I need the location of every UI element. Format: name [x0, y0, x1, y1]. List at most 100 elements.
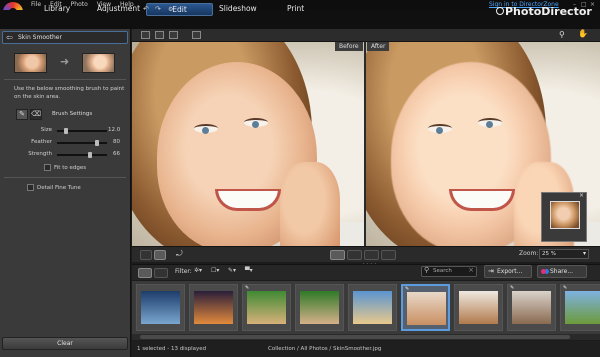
strength-label: Strength	[28, 151, 52, 157]
settings-icon[interactable]: ⚙	[168, 6, 173, 13]
clear-button[interactable]: Clear	[2, 337, 128, 350]
filmstrip: ✎ ✎ ✎ ✎	[132, 281, 600, 334]
filmstrip-thumbnail[interactable]: ✎	[401, 284, 450, 331]
flag-filter-dropdown[interactable]: ✲▾	[194, 267, 202, 274]
single-view-button[interactable]	[140, 250, 152, 260]
feather-slider[interactable]	[57, 140, 107, 146]
list-view-button[interactable]	[154, 268, 168, 278]
single-view-icon[interactable]	[155, 31, 164, 39]
photo-landscape	[565, 291, 600, 324]
filmstrip-thumbnail[interactable]	[454, 284, 503, 331]
edited-badge-icon: ✎	[563, 285, 568, 291]
type-filter-dropdown[interactable]: ▀▾	[245, 267, 253, 274]
filmstrip-thumbnail[interactable]: ✎	[242, 284, 291, 331]
tab-slideshow[interactable]: Slideshow	[219, 4, 257, 13]
zoom-tool-icon[interactable]: ⚲	[559, 30, 565, 39]
photo-smiling-woman	[407, 292, 446, 325]
selection-count: 1 selected - 13 displayed	[137, 346, 207, 352]
before-photo[interactable]	[132, 42, 364, 246]
panel-description: Use the below smoothing brush to paint o…	[14, 86, 125, 100]
filmstrip-thumbnail[interactable]	[295, 284, 344, 331]
grid-view-icon[interactable]	[169, 31, 178, 39]
brand-name: PhotoDirector	[505, 5, 592, 18]
zoom-label: Zoom:	[519, 250, 539, 257]
panel-header: ⇦ Skin Smoother	[2, 31, 128, 44]
after-label: After	[367, 42, 390, 51]
brush-settings-label: Brush Settings	[52, 111, 93, 117]
view-mode-button-3[interactable]	[364, 250, 379, 260]
share-button[interactable]: Share...	[537, 265, 587, 278]
menu-photo[interactable]: Photo	[71, 1, 88, 8]
navigator-thumbnail[interactable]	[550, 201, 580, 229]
edit-filter-dropdown[interactable]: ✎▾	[228, 267, 236, 274]
menu-file[interactable]: File	[31, 1, 41, 8]
tab-print[interactable]: Print	[287, 4, 304, 13]
redo-icon[interactable]: ↷	[155, 5, 161, 13]
fit-to-edges-checkbox[interactable]	[44, 164, 51, 171]
edited-badge-icon: ✎	[245, 285, 250, 291]
photo-sunset	[194, 291, 233, 324]
compare-view-button[interactable]	[154, 250, 166, 260]
search-input[interactable]: Search	[421, 266, 477, 277]
strength-slider[interactable]	[57, 152, 107, 158]
before-label: Before	[335, 42, 363, 51]
brush-icon[interactable]: ✎	[16, 109, 28, 120]
filmstrip-thumbnail[interactable]: ✎	[507, 284, 556, 331]
edited-badge-icon: ✎	[510, 285, 515, 291]
filmstrip-view-button[interactable]	[138, 268, 152, 278]
hand-tool-icon[interactable]: ✋	[578, 29, 588, 38]
rating-filter-dropdown[interactable]: ☐▾	[211, 267, 219, 274]
skin-smoother-panel: ⇦ Skin Smoother ➜ Use the below smoothin…	[0, 29, 131, 357]
feather-label: Feather	[31, 139, 52, 145]
undo-icon[interactable]: ↶	[143, 5, 149, 13]
scrollbar-thumb[interactable]	[140, 335, 570, 339]
rotate-icon[interactable]: ⤾	[176, 249, 183, 259]
zoom-dropdown[interactable]: 25 %	[539, 249, 589, 259]
before-thumbnail	[14, 53, 47, 73]
view-mode-button-4[interactable]	[381, 250, 396, 260]
size-slider-thumb[interactable]	[63, 128, 68, 134]
panel-title: Skin Smoother	[18, 34, 62, 41]
detail-fine-tune-label: Detail Fine Tune	[37, 185, 81, 191]
strength-slider-thumb[interactable]	[88, 152, 93, 158]
divider	[4, 177, 126, 178]
view-mode-button-1[interactable]	[330, 250, 345, 260]
split-divider[interactable]	[364, 42, 366, 246]
arrow-right-icon: ➜	[60, 55, 70, 68]
photo-puppy	[247, 291, 286, 324]
strength-value: 66	[113, 151, 120, 157]
tab-library[interactable]: Library	[44, 4, 70, 13]
photo-dusk-sky	[141, 291, 180, 324]
size-label: Size	[40, 127, 52, 133]
fit-to-edges-label: Fit to edges	[54, 165, 87, 171]
edited-badge-icon: ✎	[405, 286, 410, 292]
feather-slider-thumb[interactable]	[94, 140, 99, 146]
filmstrip-thumbnail[interactable]	[348, 284, 397, 331]
photo-portrait-woman	[459, 291, 498, 324]
photo-dog-grass	[300, 291, 339, 324]
brand-icon	[496, 7, 504, 15]
back-arrow-icon[interactable]: ⇦	[6, 33, 13, 42]
filmstrip-thumbnail[interactable]	[189, 284, 238, 331]
export-button[interactable]: Export...	[484, 265, 532, 278]
tab-adjustment[interactable]: Adjustment	[97, 4, 140, 13]
filmstrip-thumbnail[interactable]	[136, 284, 185, 331]
navigator-window[interactable]: ×	[541, 192, 587, 242]
filter-label: Filter:	[175, 268, 192, 275]
photo-woman-laptop	[512, 291, 551, 324]
view-mode-button-2[interactable]	[347, 250, 362, 260]
compare-view-icon[interactable]	[141, 31, 150, 39]
detail-fine-tune-checkbox[interactable]	[27, 184, 34, 191]
after-thumbnail	[82, 53, 115, 73]
photo-beach	[353, 291, 392, 324]
file-path: Collection / All Photos / SkinSmoother.j…	[268, 346, 382, 352]
size-slider[interactable]	[57, 128, 107, 134]
feather-value: 80	[113, 139, 120, 145]
size-value: 12.0	[108, 127, 121, 133]
close-icon[interactable]: ×	[579, 192, 584, 199]
filmstrip-thumbnail[interactable]: ✎	[560, 284, 600, 331]
filmstrip-scrollbar[interactable]	[132, 334, 600, 340]
fullscreen-icon[interactable]	[192, 31, 201, 39]
eraser-icon[interactable]: ⌫	[30, 109, 42, 120]
divider	[4, 79, 126, 80]
